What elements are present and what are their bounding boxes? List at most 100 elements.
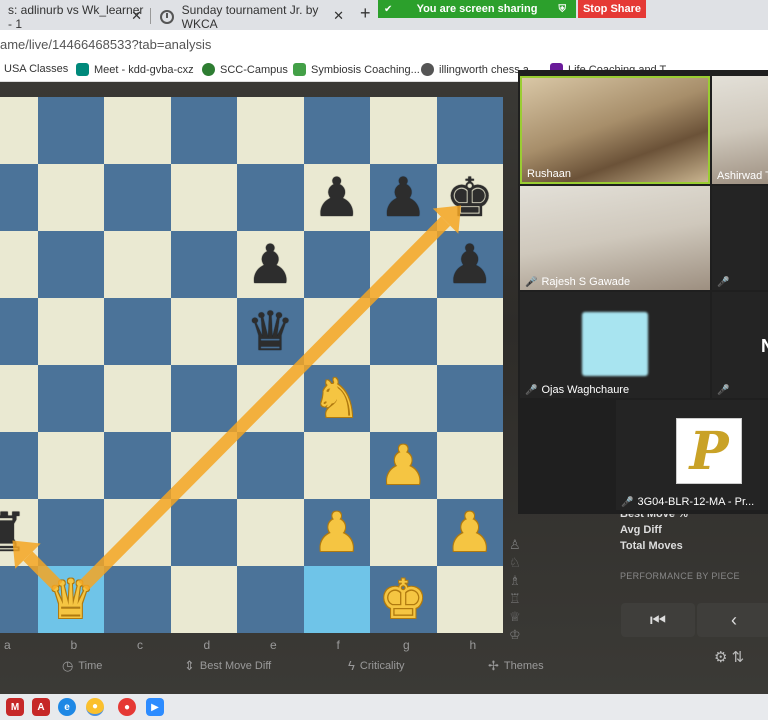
square-h3[interactable] — [436, 432, 503, 499]
black-king-icon[interactable]: ♚ — [446, 170, 494, 225]
square-b2[interactable] — [37, 499, 104, 566]
participant-tile-partial[interactable]: 🎤 — [712, 292, 768, 398]
square-f6[interactable] — [303, 231, 370, 298]
square-g5[interactable] — [370, 298, 437, 365]
participant-video-rajesh[interactable]: 🎤 Rajesh S Gawade — [520, 186, 710, 290]
bookmark-scc-campus[interactable]: SCC-Campus — [202, 63, 288, 76]
mcafee-icon[interactable]: M — [6, 698, 24, 716]
square-h4[interactable] — [436, 365, 503, 432]
square-a8[interactable] — [0, 97, 38, 164]
square-e5[interactable]: ♛ — [237, 298, 304, 365]
square-e7[interactable] — [237, 164, 304, 231]
acrobat-icon[interactable]: A — [32, 698, 50, 716]
square-c7[interactable] — [104, 164, 171, 231]
square-f1[interactable] — [303, 566, 370, 633]
square-a4[interactable] — [0, 365, 38, 432]
time-tool[interactable]: ◷ Time — [62, 658, 102, 674]
square-a7[interactable] — [0, 164, 38, 231]
square-c3[interactable] — [104, 432, 171, 499]
square-d4[interactable] — [170, 365, 237, 432]
square-e2[interactable] — [237, 499, 304, 566]
chrome-icon[interactable]: ● — [86, 698, 104, 716]
black-pawn-icon[interactable]: ♟ — [246, 237, 294, 292]
participant-video-ashirwad[interactable]: Ashirwad Ti — [712, 76, 768, 184]
square-f3[interactable] — [303, 432, 370, 499]
square-e3[interactable] — [237, 432, 304, 499]
address-bar[interactable]: ame/live/14466468533?tab=analysis — [0, 30, 768, 58]
square-h8[interactable] — [436, 97, 503, 164]
square-h5[interactable] — [436, 298, 503, 365]
square-g2[interactable] — [370, 499, 437, 566]
black-pawn-icon[interactable]: ♟ — [379, 170, 427, 225]
square-e8[interactable] — [237, 97, 304, 164]
participant-video-rushaan[interactable]: Rushaan — [520, 76, 710, 184]
square-d2[interactable] — [170, 499, 237, 566]
square-c2[interactable] — [104, 499, 171, 566]
square-f8[interactable] — [303, 97, 370, 164]
black-pawn-icon[interactable]: ♟ — [313, 170, 361, 225]
app-icon[interactable]: ● — [118, 698, 136, 716]
close-tab-icon[interactable]: ✕ — [131, 8, 142, 24]
square-b1[interactable]: ♛ — [37, 566, 104, 633]
first-move-button[interactable]: ⏮ — [621, 603, 695, 637]
square-b8[interactable] — [37, 97, 104, 164]
square-c1[interactable] — [104, 566, 171, 633]
square-a1[interactable] — [0, 566, 38, 633]
square-h1[interactable] — [436, 566, 503, 633]
best-move-diff-tool[interactable]: ⇕ Best Move Diff — [184, 658, 271, 674]
square-b4[interactable] — [37, 365, 104, 432]
chess-board[interactable]: ♟ ♟ ♚ ♟ ♟ ♛ ♞ ♟ ♜ ♟ ♟ ♛ ♚ — [0, 97, 503, 633]
square-a6[interactable] — [0, 231, 38, 298]
square-g1[interactable]: ♚ — [370, 566, 437, 633]
square-c6[interactable] — [104, 231, 171, 298]
square-a3[interactable] — [0, 432, 38, 499]
white-king-icon[interactable]: ♚ — [379, 572, 427, 627]
browser-tab-1[interactable]: s: adlinurb vs Wk_learner - 1 ✕ — [0, 3, 150, 31]
bookmark-meet[interactable]: Meet - kdd-gvba-cxz — [76, 63, 194, 76]
bookmark-usa-classes[interactable]: USA Classes — [4, 63, 68, 75]
close-tab-icon[interactable]: ✕ — [333, 8, 344, 24]
zoom-icon[interactable]: ▶ — [146, 698, 164, 716]
square-d1[interactable] — [170, 566, 237, 633]
square-g7[interactable]: ♟ — [370, 164, 437, 231]
square-g4[interactable] — [370, 365, 437, 432]
square-g8[interactable] — [370, 97, 437, 164]
stop-share-button[interactable]: Stop Share — [578, 0, 646, 18]
square-e6[interactable]: ♟ — [237, 231, 304, 298]
previous-move-button[interactable]: ‹ — [697, 603, 768, 637]
square-f2[interactable]: ♟ — [303, 499, 370, 566]
participant-video-ojas[interactable]: 🎤 Ojas Waghchaure — [520, 292, 710, 398]
square-d6[interactable] — [170, 231, 237, 298]
square-a2[interactable]: ♜ — [0, 499, 38, 566]
square-f4[interactable]: ♞ — [303, 365, 370, 432]
gear-icon[interactable]: ⚙ — [714, 649, 727, 666]
browser-tab-2[interactable]: Sunday tournament Jr. by WKCA ✕ — [152, 3, 352, 31]
square-h2[interactable]: ♟ — [436, 499, 503, 566]
white-pawn-icon[interactable]: ♟ — [446, 505, 494, 560]
square-g6[interactable] — [370, 231, 437, 298]
participant-video-3g04[interactable]: P 🎤 3G04-BLR-12-MA - Pr... — [616, 400, 768, 510]
drag-handle-icon[interactable]: ✔ — [384, 4, 392, 15]
square-e4[interactable] — [237, 365, 304, 432]
square-c8[interactable] — [104, 97, 171, 164]
square-h6[interactable]: ♟ — [436, 231, 503, 298]
square-h7[interactable]: ♚ — [436, 164, 503, 231]
bookmark-symbiosis[interactable]: Symbiosis Coaching... — [293, 63, 420, 76]
white-pawn-icon[interactable]: ♟ — [313, 505, 361, 560]
black-pawn-icon[interactable]: ♟ — [446, 237, 494, 292]
themes-tool[interactable]: ✢ Themes — [488, 658, 544, 674]
black-rook-icon[interactable]: ♜ — [0, 505, 28, 560]
white-pawn-icon[interactable]: ♟ — [379, 438, 427, 493]
square-d8[interactable] — [170, 97, 237, 164]
square-d5[interactable] — [170, 298, 237, 365]
black-queen-icon[interactable]: ♛ — [246, 304, 294, 359]
criticality-tool[interactable]: ϟ Criticality — [348, 658, 405, 673]
square-c5[interactable] — [104, 298, 171, 365]
flip-board-icon[interactable]: ⇅ — [732, 649, 745, 666]
square-f7[interactable]: ♟ — [303, 164, 370, 231]
square-b7[interactable] — [37, 164, 104, 231]
square-c4[interactable] — [104, 365, 171, 432]
square-f5[interactable] — [303, 298, 370, 365]
square-b6[interactable] — [37, 231, 104, 298]
square-d7[interactable] — [170, 164, 237, 231]
